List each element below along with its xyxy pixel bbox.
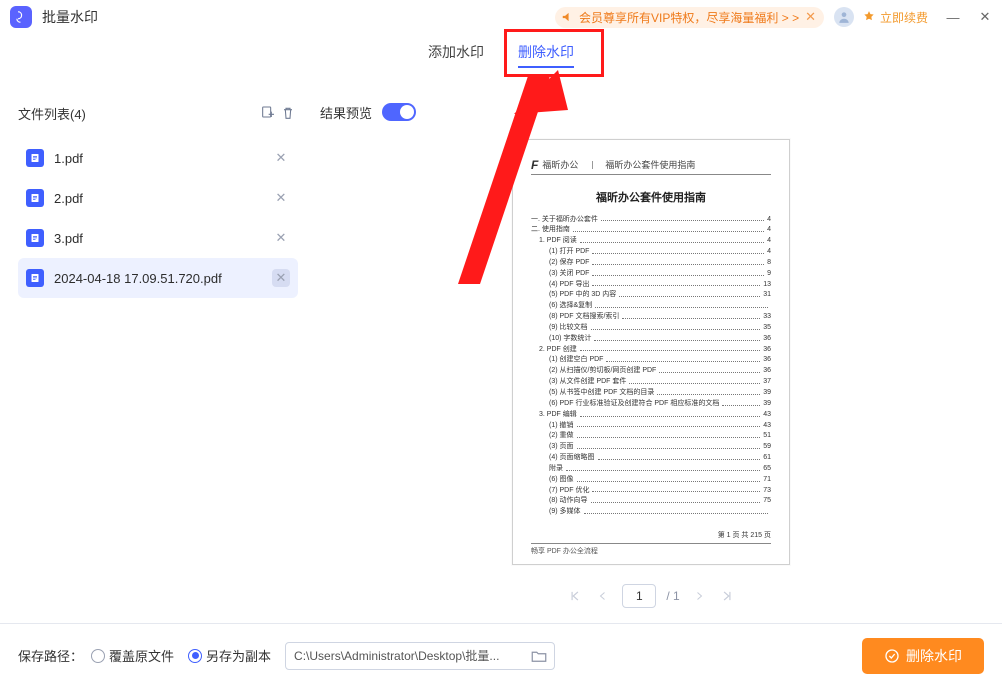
file-list-sidebar: 文件列表(4) 1.pdf ✕ 2.pdf ✕ 3.pdf (0, 84, 304, 623)
preview-toggle[interactable] (382, 103, 416, 121)
doc-footer: 畅享 PDF 办公全流程 (531, 543, 771, 556)
pdf-file-icon (26, 189, 44, 207)
radio-icon (188, 649, 202, 663)
file-row[interactable]: 2.pdf ✕ (18, 178, 298, 218)
tab-add-watermark[interactable]: 添加水印 (428, 38, 484, 68)
vip-banner-text: 会员尊享所有VIP特权，尽享海量福利 > > (579, 9, 799, 26)
doc-brand: 福昕办公 (542, 158, 578, 171)
remove-watermark-button[interactable]: 删除水印 (862, 638, 984, 674)
renew-link[interactable]: 立即续费 (862, 9, 928, 26)
file-row[interactable]: 1.pdf ✕ (18, 138, 298, 178)
toc-row: (9) 多媒体 (531, 507, 771, 518)
tab-remove-watermark[interactable]: 删除水印 (518, 38, 574, 68)
window-close-icon[interactable]: ✕ (978, 9, 992, 25)
pager-last-icon[interactable] (718, 587, 736, 605)
pager-first-icon[interactable] (566, 587, 584, 605)
radio-overwrite-label: 覆盖原文件 (109, 646, 174, 665)
preview-toggle-label: 结果预览 (320, 103, 372, 122)
save-path-label: 保存路径： (18, 646, 83, 665)
remove-watermark-button-label: 删除水印 (906, 646, 962, 666)
pager-next-icon[interactable] (690, 587, 708, 605)
window-minimize-icon[interactable]: — (946, 10, 960, 25)
document-preview: F 福昕办公 福昕办公套件使用指南 福昕办公套件使用指南 一. 关于福昕办公套件… (512, 139, 790, 565)
preview-pager: / 1 (320, 579, 982, 613)
preview-panel: 结果预览 F 福昕办公 福昕办公套件使用指南 福昕办公套件使用指南 一. 关于福… (304, 84, 1002, 623)
doc-toc: 一. 关于福昕办公套件4二. 使用指南41. PDF 阅读4(1) 打开 PDF… (531, 215, 771, 519)
save-path-text: C:\Users\Administrator\Desktop\批量... (294, 647, 530, 664)
pdf-file-icon (26, 149, 44, 167)
app-icon (10, 6, 32, 28)
radio-overwrite[interactable]: 覆盖原文件 (91, 646, 174, 665)
app-title: 批量水印 (42, 7, 98, 27)
remove-file-icon[interactable]: ✕ (272, 229, 290, 247)
clear-list-icon[interactable] (278, 103, 298, 123)
browse-folder-icon[interactable] (530, 647, 548, 665)
file-name: 2024-04-18 17.09.51.720.pdf (54, 271, 272, 286)
radio-icon (91, 649, 105, 663)
radio-save-as-label: 另存为副本 (206, 646, 271, 665)
doc-page-indicator: 第 1 页 共 215 页 (718, 530, 771, 540)
vip-banner-close-icon[interactable]: ✕ (805, 9, 816, 25)
pdf-file-icon (26, 269, 44, 287)
user-avatar[interactable] (834, 7, 854, 27)
renew-label: 立即续费 (880, 9, 928, 26)
footer-bar: 保存路径： 覆盖原文件 另存为副本 C:\Users\Administrator… (0, 623, 1002, 687)
remove-file-icon[interactable]: ✕ (272, 269, 290, 287)
remove-file-icon[interactable]: ✕ (272, 149, 290, 167)
file-row[interactable]: 2024-04-18 17.09.51.720.pdf ✕ (18, 258, 298, 298)
file-name: 1.pdf (54, 151, 272, 166)
tabs-row: 添加水印 删除水印 (0, 34, 1002, 84)
page-total: / 1 (666, 589, 679, 603)
vip-banner[interactable]: 会员尊享所有VIP特权，尽享海量福利 > > ✕ (555, 7, 824, 28)
remove-file-icon[interactable]: ✕ (272, 189, 290, 207)
title-bar: 批量水印 会员尊享所有VIP特权，尽享海量福利 > > ✕ 立即续费 — ✕ (0, 0, 1002, 34)
radio-save-as-copy[interactable]: 另存为副本 (188, 646, 271, 665)
pdf-file-icon (26, 229, 44, 247)
file-name: 3.pdf (54, 231, 272, 246)
page-number-input[interactable] (622, 584, 656, 608)
file-list-title: 文件列表(4) (18, 104, 86, 123)
doc-brand-sub: 福昕办公套件使用指南 (605, 158, 695, 171)
add-file-icon[interactable] (258, 103, 278, 123)
doc-title: 福昕办公套件使用指南 (531, 189, 771, 205)
file-name: 2.pdf (54, 191, 272, 206)
pager-prev-icon[interactable] (594, 587, 612, 605)
save-path-field[interactable]: C:\Users\Administrator\Desktop\批量... (285, 642, 555, 670)
file-row[interactable]: 3.pdf ✕ (18, 218, 298, 258)
